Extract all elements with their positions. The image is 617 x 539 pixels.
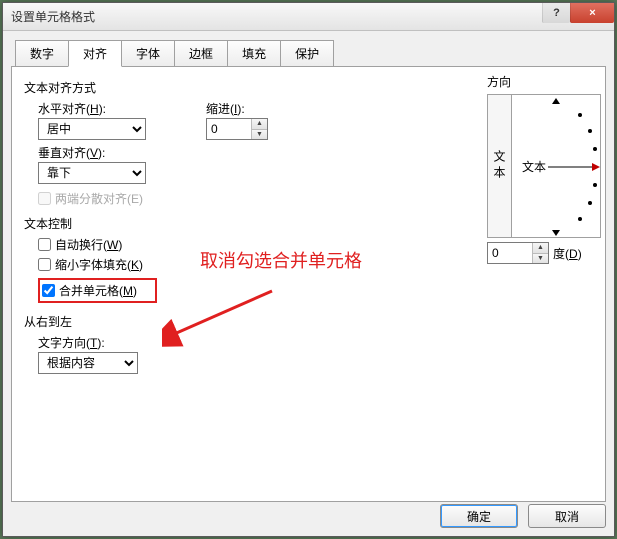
titlebar: 设置单元格格式 ? × [3, 3, 614, 31]
tab-number[interactable]: 数字 [15, 40, 69, 67]
window-title: 设置单元格格式 [11, 8, 95, 25]
wrap-text-checkbox[interactable] [38, 238, 51, 251]
orientation-degrees-input[interactable] [488, 243, 532, 263]
orientation-degrees-label: 度(D) [553, 245, 582, 262]
tab-strip: 数字 对齐 字体 边框 填充 保护 [15, 39, 606, 66]
shrink-to-fit-checkbox[interactable] [38, 258, 51, 271]
indent-spinner[interactable]: ▲ ▼ [206, 118, 268, 140]
client-area: 数字 对齐 字体 边框 填充 保护 方向 文本 [11, 39, 606, 528]
window-buttons: ? × [542, 3, 614, 23]
help-button[interactable]: ? [542, 3, 570, 23]
ok-button[interactable]: 确定 [440, 504, 518, 528]
merge-cells-checkbox[interactable] [42, 284, 55, 297]
orientation-dial[interactable]: 文本 [512, 95, 600, 237]
horizontal-align-label: 水平对齐(H): [38, 100, 146, 117]
orientation-section-label: 方向 [487, 73, 601, 90]
close-button[interactable]: × [570, 3, 614, 23]
indent-label: 缩进(I): [206, 100, 268, 117]
spinner-up-icon[interactable]: ▲ [252, 119, 267, 130]
orientation-vertical-text: 文本 [491, 150, 508, 182]
merge-cells-highlight: 合并单元格(M) [38, 278, 157, 303]
text-direction-label: 文字方向(T): [38, 334, 593, 351]
indent-input[interactable] [207, 119, 251, 139]
orientation-sample-text: 文本 [522, 159, 546, 174]
wrap-text-label: 自动换行(W) [55, 236, 122, 253]
text-direction-combo[interactable]: 根据内容 [38, 352, 138, 374]
horizontal-align-combo[interactable]: 居中 [38, 118, 146, 140]
tab-alignment[interactable]: 对齐 [68, 40, 122, 67]
merge-cells-label: 合并单元格(M) [59, 282, 137, 299]
justify-distributed-checkbox [38, 192, 51, 205]
spinner-up-icon[interactable]: ▲ [533, 243, 548, 254]
orientation-degrees-row: ▲ ▼ 度(D) [487, 242, 601, 264]
tab-border[interactable]: 边框 [174, 40, 228, 67]
rtl-section-label: 从右到左 [24, 313, 593, 330]
cancel-button[interactable]: 取消 [528, 504, 606, 528]
tab-panel-alignment: 方向 文本 [11, 66, 606, 502]
tab-fill[interactable]: 填充 [227, 40, 281, 67]
shrink-to-fit-label: 缩小字体填充(K) [55, 256, 143, 273]
dialog-window: 设置单元格格式 ? × 数字 对齐 字体 边框 填充 保护 方向 文本 [2, 2, 615, 537]
spinner-down-icon[interactable]: ▼ [252, 130, 267, 140]
tab-font[interactable]: 字体 [121, 40, 175, 67]
spinner-down-icon[interactable]: ▼ [533, 254, 548, 264]
orientation-group: 方向 文本 [487, 71, 601, 264]
dialog-footer: 确定 取消 [440, 504, 606, 528]
orientation-vertical-button[interactable]: 文本 [488, 95, 512, 237]
tab-protection[interactable]: 保护 [280, 40, 334, 67]
annotation-text: 取消勾选合并单元格 [200, 247, 362, 273]
orientation-degrees-spinner[interactable]: ▲ ▼ [487, 242, 549, 264]
orientation-box: 文本 [487, 94, 601, 238]
rtl-body: 文字方向(T): 根据内容 [38, 334, 593, 374]
justify-distributed-label: 两端分散对齐(E) [55, 190, 143, 207]
vertical-align-combo[interactable]: 靠下 [38, 162, 146, 184]
